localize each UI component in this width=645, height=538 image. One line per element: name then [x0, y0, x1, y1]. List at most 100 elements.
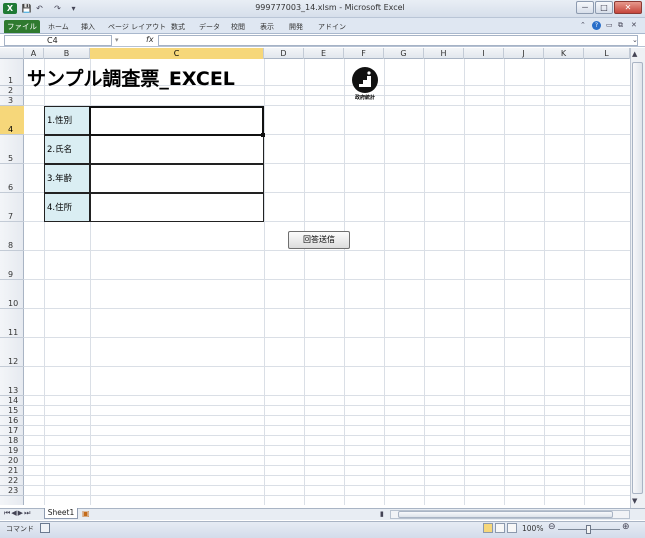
row-header[interactable]: 15 [0, 406, 24, 416]
field-label-age: 3.年齢 [44, 164, 90, 193]
expand-formula-bar-icon[interactable]: ⌄ [632, 36, 638, 44]
column-header[interactable]: J [504, 48, 544, 59]
row-header[interactable]: 2 [0, 86, 24, 96]
file-tab[interactable]: ファイル [4, 20, 40, 33]
gridline [344, 59, 345, 505]
horizontal-scroll-thumb[interactable] [398, 511, 613, 518]
minimize-button[interactable]: － [576, 1, 594, 14]
tab-review[interactable]: 校閲 [231, 22, 245, 32]
quick-access-dropdown-icon[interactable]: ▾ [68, 3, 79, 14]
row-header[interactable]: 16 [0, 416, 24, 426]
sheet-nav-icons[interactable]: ⏮◀▶⏭ [4, 509, 31, 518]
tab-data[interactable]: データ [199, 22, 220, 32]
column-header[interactable]: A [24, 48, 44, 59]
row-header[interactable]: 5 [0, 135, 24, 164]
row-header[interactable]: 21 [0, 466, 24, 476]
ribbon-minimize-icon[interactable]: ⌃ [580, 21, 589, 30]
tab-home[interactable]: ホーム [48, 22, 69, 32]
workbook-minimize-icon[interactable]: ▭ [606, 21, 613, 29]
tab-split-icon[interactable]: ▮ [380, 510, 384, 518]
column-header[interactable]: L [584, 48, 630, 59]
fill-handle[interactable] [261, 133, 265, 137]
tab-formulas[interactable]: 数式 [171, 22, 185, 32]
save-icon[interactable]: 💾 [21, 3, 32, 14]
row-header[interactable]: 7 [0, 193, 24, 222]
zoom-slider-thumb[interactable] [586, 525, 591, 534]
row-header[interactable]: 3 [0, 96, 24, 106]
gridline [264, 59, 265, 505]
row-header[interactable]: 12 [0, 338, 24, 367]
scroll-down-icon[interactable]: ▼ [632, 497, 637, 505]
name-box-dropdown-icon[interactable]: ▾ [115, 36, 119, 44]
submit-answer-button[interactable]: 回答送信 [288, 231, 350, 249]
zoom-in-icon[interactable]: ⊕ [622, 522, 630, 532]
field-input-name[interactable] [90, 135, 264, 164]
tab-page-layout[interactable]: ページ レイアウト [108, 22, 166, 32]
tab-insert[interactable]: 挿入 [81, 22, 95, 32]
row-header[interactable]: 9 [0, 251, 24, 280]
help-icon[interactable]: ? [592, 21, 601, 30]
field-input-address[interactable] [90, 193, 264, 222]
row-header-selected[interactable]: 4 [0, 106, 24, 135]
column-header[interactable]: H [424, 48, 464, 59]
row-header[interactable]: 13 [0, 367, 24, 396]
page-break-view-icon[interactable] [507, 523, 517, 533]
formula-input[interactable] [158, 35, 638, 46]
normal-view-icon[interactable] [483, 523, 493, 533]
gridline [24, 465, 630, 466]
gridline [464, 59, 465, 505]
tab-view[interactable]: 表示 [260, 22, 274, 32]
row-header[interactable]: 1 [0, 59, 24, 86]
column-header[interactable]: B [44, 48, 90, 59]
row-header[interactable]: 18 [0, 436, 24, 446]
row-header[interactable]: 23 [0, 486, 24, 496]
workbook-close-icon[interactable]: ✕ [631, 21, 637, 29]
column-header[interactable]: G [384, 48, 424, 59]
gridline [424, 59, 425, 505]
sheet-tab-sheet1[interactable]: Sheet1 [44, 508, 78, 519]
row-header[interactable]: 19 [0, 446, 24, 456]
row-header[interactable]: 20 [0, 456, 24, 466]
field-label-gender: 1.性別 [44, 106, 90, 135]
row-header[interactable]: 17 [0, 426, 24, 436]
row-header[interactable]: 10 [0, 280, 24, 309]
column-header[interactable]: K [544, 48, 584, 59]
column-header[interactable]: E [304, 48, 344, 59]
active-cell-border [89, 106, 264, 136]
row-header[interactable]: 6 [0, 164, 24, 193]
close-button[interactable]: ✕ [614, 1, 642, 14]
excel-app-icon[interactable]: X [3, 3, 17, 14]
insert-function-icon[interactable]: fx [146, 35, 154, 44]
row-header[interactable]: 22 [0, 476, 24, 486]
select-all-corner[interactable] [0, 48, 24, 59]
macro-record-icon[interactable] [40, 523, 50, 533]
workbook-restore-icon[interactable]: ⧉ [618, 21, 623, 30]
tab-developer[interactable]: 開発 [289, 22, 303, 32]
gridline [24, 455, 630, 456]
vertical-scroll-thumb[interactable] [632, 62, 643, 494]
field-input-age[interactable] [90, 164, 264, 193]
tab-addins[interactable]: アドイン [318, 22, 346, 32]
page-layout-view-icon[interactable] [495, 523, 505, 533]
maximize-button[interactable]: □ [595, 1, 613, 14]
undo-icon[interactable]: ↶ [34, 3, 45, 14]
gridline [24, 475, 630, 476]
gridline [544, 59, 545, 505]
row-header[interactable]: 11 [0, 309, 24, 338]
column-header[interactable]: D [264, 48, 304, 59]
insert-sheet-icon[interactable]: ▣ [82, 509, 90, 518]
gridline [24, 445, 630, 446]
stairs-figure-icon [359, 71, 371, 87]
gridline [24, 435, 630, 436]
column-header-selected[interactable]: C [90, 48, 264, 59]
name-box[interactable]: C4 [4, 35, 112, 46]
redo-icon[interactable]: ↷ [52, 3, 63, 14]
column-header[interactable]: I [464, 48, 504, 59]
zoom-level[interactable]: 100% [522, 524, 543, 533]
scroll-up-icon[interactable]: ▲ [632, 50, 637, 58]
row-header[interactable]: 14 [0, 396, 24, 406]
zoom-out-icon[interactable]: ⊖ [548, 522, 556, 532]
column-header[interactable]: F [344, 48, 384, 59]
row-header[interactable]: 8 [0, 222, 24, 251]
gridline [24, 425, 630, 426]
